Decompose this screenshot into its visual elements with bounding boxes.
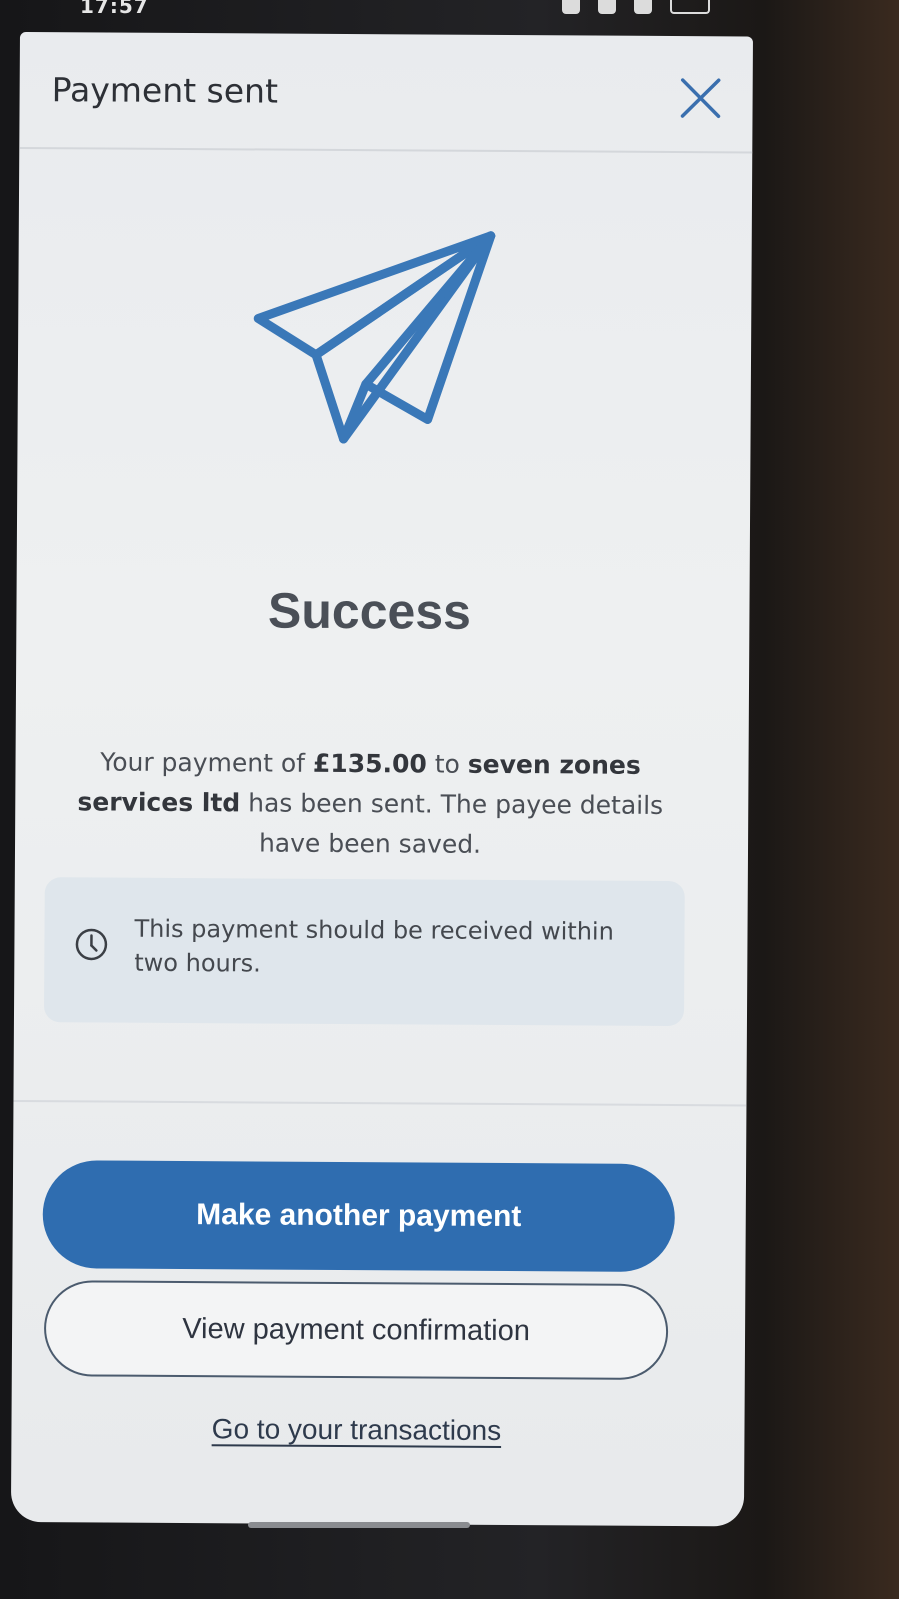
status-time: 17:57 (80, 0, 149, 18)
go-to-transactions-link[interactable]: Go to your transactions (11, 1412, 701, 1448)
divider (13, 1099, 747, 1107)
app-screen: Payment sent Success Your payment of £13… (10, 32, 753, 1527)
close-button[interactable] (678, 76, 722, 120)
view-payment-confirmation-button[interactable]: View payment confirmation (43, 1280, 669, 1380)
success-heading: Success (267, 582, 472, 640)
page-title: Payment sent (51, 70, 279, 111)
status-bar: 17:57 (60, 0, 720, 26)
home-indicator[interactable] (248, 1522, 470, 1528)
info-text: This payment should be received within t… (134, 914, 614, 978)
header: Payment sent (19, 32, 753, 154)
info-box: This payment should be received within t… (43, 877, 685, 1027)
make-another-payment-button[interactable]: Make another payment (42, 1160, 676, 1273)
message-to: to (426, 749, 468, 779)
status-icons (562, 0, 710, 18)
nfc-icon (562, 0, 580, 14)
payment-amount: £135.00 (312, 748, 427, 779)
clock-icon (75, 928, 108, 961)
message-suffix: has been sent. The payee details have be… (240, 788, 664, 859)
alarm-icon (598, 0, 616, 14)
paper-plane-icon (253, 231, 496, 444)
signal-icon (634, 0, 652, 14)
close-icon (680, 78, 721, 119)
battery-icon (670, 0, 710, 14)
payment-message: Your payment of £135.00 to seven zones s… (45, 742, 696, 866)
message-prefix: Your payment of (100, 747, 314, 778)
